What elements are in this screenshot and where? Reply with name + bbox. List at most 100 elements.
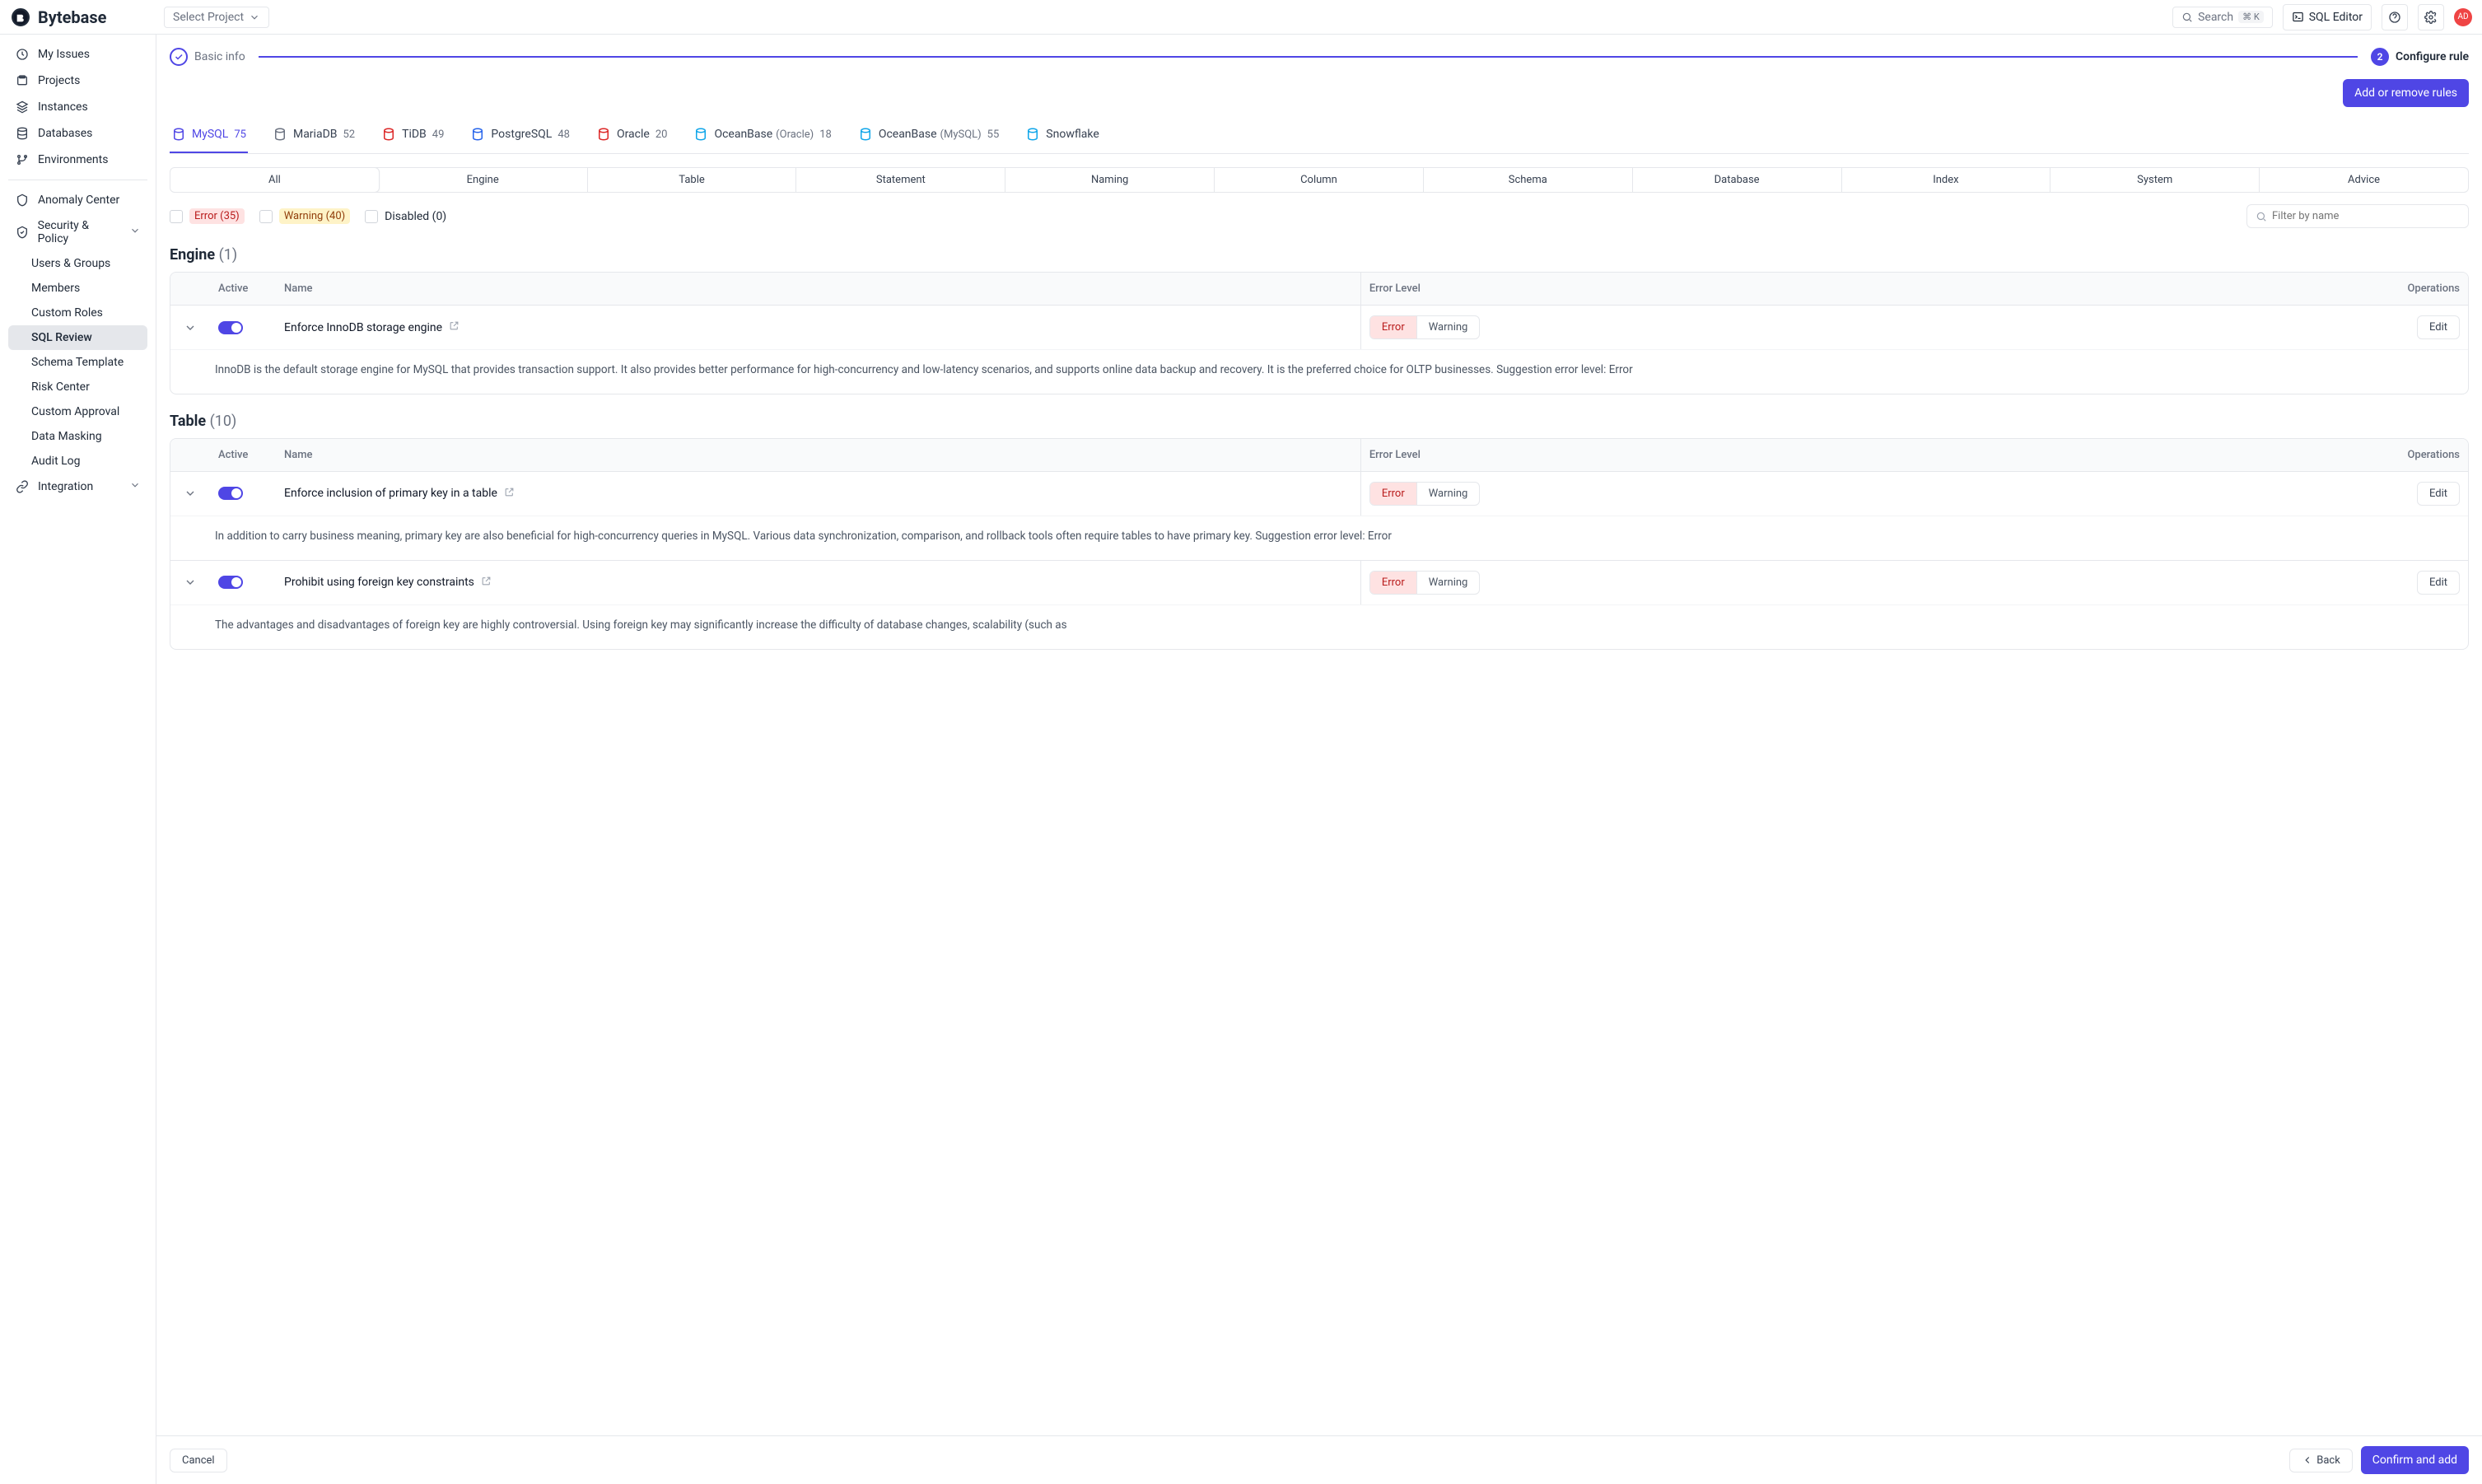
level-error[interactable]: Error xyxy=(1370,316,1417,338)
active-toggle[interactable] xyxy=(218,487,243,500)
edit-button[interactable]: Edit xyxy=(2417,571,2460,595)
sidebar-item-label: Audit Log xyxy=(31,455,81,468)
level-error[interactable]: Error xyxy=(1370,483,1417,505)
settings-button[interactable] xyxy=(2418,4,2444,30)
chevron-down-icon xyxy=(129,225,141,240)
db-tab-mysql[interactable]: MySQL75 xyxy=(170,119,248,153)
step-two-number: 2 xyxy=(2371,48,2389,66)
confirm-and-add-button[interactable]: Confirm and add xyxy=(2361,1446,2469,1474)
sidebar-item-label: Risk Center xyxy=(31,380,90,394)
db-tab-label: PostgreSQL xyxy=(491,128,552,141)
expand-toggle[interactable] xyxy=(170,311,210,344)
avatar[interactable]: AD xyxy=(2454,8,2472,26)
external-link-icon[interactable] xyxy=(449,320,460,334)
back-button[interactable]: Back xyxy=(2289,1449,2353,1472)
search-box[interactable]: Search ⌘ K xyxy=(2172,7,2273,28)
level-warning[interactable]: Warning xyxy=(1417,483,1480,505)
check-icon xyxy=(170,48,188,66)
cat-tab-schema[interactable]: Schema xyxy=(1424,168,1633,192)
cat-tab-column[interactable]: Column xyxy=(1215,168,1424,192)
db-tab-snowflake[interactable]: Snowflake xyxy=(1024,119,1101,153)
sidebar-item-environments[interactable]: Environments xyxy=(8,147,147,173)
sidebar-item-instances[interactable]: Instances xyxy=(8,94,147,120)
db-tab-postgresql[interactable]: PostgreSQL48 xyxy=(469,119,572,153)
cat-tab-table[interactable]: Table xyxy=(588,168,797,192)
sidebar-item-projects[interactable]: Projects xyxy=(8,68,147,94)
db-tab-mariadb[interactable]: MariaDB52 xyxy=(271,119,357,153)
database-icon xyxy=(15,126,30,141)
cat-tab-system[interactable]: System xyxy=(2050,168,2260,192)
step-basic-info: Basic info xyxy=(170,48,245,66)
rule-name: Enforce inclusion of primary key in a ta… xyxy=(276,477,1360,511)
error-level-segment[interactable]: ErrorWarning xyxy=(1369,482,1481,506)
shield-icon xyxy=(15,193,30,208)
level-warning[interactable]: Warning xyxy=(1417,316,1480,338)
database-icon xyxy=(858,127,873,142)
checkbox-icon xyxy=(170,210,183,223)
sidebar-item-custom-roles[interactable]: Custom Roles xyxy=(8,301,147,325)
active-toggle[interactable] xyxy=(218,576,243,589)
section-count: (10) xyxy=(210,413,237,430)
filter-warning-checkbox[interactable]: Warning (40) xyxy=(259,208,350,224)
cancel-button[interactable]: Cancel xyxy=(170,1449,227,1472)
header-error-level: Error Level xyxy=(1360,273,2336,305)
cat-tab-all[interactable]: All xyxy=(170,167,380,193)
sidebar-item-members[interactable]: Members xyxy=(8,276,147,301)
sql-editor-button[interactable]: SQL Editor xyxy=(2283,4,2372,30)
db-tab-label: TiDB xyxy=(402,128,427,141)
db-tab-count: 49 xyxy=(432,128,445,141)
external-link-icon[interactable] xyxy=(504,487,515,501)
expand-toggle[interactable] xyxy=(170,566,210,599)
sidebar-item-sql-review[interactable]: SQL Review xyxy=(8,325,147,350)
cat-tab-advice[interactable]: Advice xyxy=(2260,168,2468,192)
db-tab-tidb[interactable]: TiDB 49 xyxy=(380,119,446,153)
checkbox-icon xyxy=(259,210,273,223)
filter-error-checkbox[interactable]: Error (35) xyxy=(170,208,245,224)
error-level-segment[interactable]: ErrorWarning xyxy=(1369,571,1481,595)
cat-tab-statement[interactable]: Statement xyxy=(796,168,1005,192)
db-tab-label: OceanBase xyxy=(714,128,772,141)
filter-disabled-checkbox[interactable]: Disabled (0) xyxy=(365,210,446,223)
sidebar-item-anomaly-center[interactable]: Anomaly Center xyxy=(8,187,147,213)
cat-tab-index[interactable]: Index xyxy=(1842,168,2051,192)
active-toggle[interactable] xyxy=(218,321,243,334)
select-project[interactable]: Select Project xyxy=(164,7,269,28)
error-level-segment[interactable]: ErrorWarning xyxy=(1369,315,1481,339)
filter-by-name-input[interactable] xyxy=(2246,204,2469,228)
edit-button[interactable]: Edit xyxy=(2417,315,2460,339)
db-tab-oceanbase-oracle[interactable]: OceanBase(Oracle)18 xyxy=(692,119,833,153)
help-icon xyxy=(2388,11,2401,24)
filter-input-field[interactable] xyxy=(2272,210,2460,222)
rule-name: Prohibit using foreign key constraints xyxy=(276,566,1360,600)
sidebar-item-security-policy[interactable]: Security & Policy xyxy=(8,213,147,251)
level-error[interactable]: Error xyxy=(1370,572,1417,594)
cat-tab-engine[interactable]: Engine xyxy=(379,168,588,192)
sidebar-item-data-masking[interactable]: Data Masking xyxy=(8,424,147,449)
sidebar-item-databases[interactable]: Databases xyxy=(8,120,147,147)
edit-button[interactable]: Edit xyxy=(2417,482,2460,506)
cat-tab-database[interactable]: Database xyxy=(1633,168,1842,192)
section-title-table: Table (10) xyxy=(170,413,2469,430)
sidebar-item-custom-approval[interactable]: Custom Approval xyxy=(8,399,147,424)
sidebar-item-schema-template[interactable]: Schema Template xyxy=(8,350,147,375)
sidebar-item-my issues[interactable]: My Issues xyxy=(8,41,147,68)
db-tab-sublabel: (MySQL) xyxy=(940,128,982,141)
gear-icon xyxy=(2424,11,2438,24)
rules-table: ActiveNameError LevelOperations Enforce … xyxy=(170,438,2469,650)
help-button[interactable] xyxy=(2382,4,2408,30)
add-remove-rules-button[interactable]: Add or remove rules xyxy=(2343,79,2469,107)
sidebar-item-users-groups[interactable]: Users & Groups xyxy=(8,251,147,276)
level-warning[interactable]: Warning xyxy=(1417,572,1480,594)
sidebar-item-integration[interactable]: Integration xyxy=(8,474,147,500)
inbox-icon xyxy=(15,47,30,62)
cat-tab-naming[interactable]: Naming xyxy=(1005,168,1215,192)
db-tab-oceanbase-mysql[interactable]: OceanBase(MySQL)55 xyxy=(856,119,1001,153)
sidebar-item-label: Users & Groups xyxy=(31,257,110,270)
sidebar-item-risk-center[interactable]: Risk Center xyxy=(8,375,147,399)
expand-toggle[interactable] xyxy=(170,477,210,510)
rule-description: InnoDB is the default storage engine for… xyxy=(170,349,2468,394)
sidebar-item-audit-log[interactable]: Audit Log xyxy=(8,449,147,474)
external-link-icon[interactable] xyxy=(481,576,492,590)
db-tab-oracle[interactable]: Oracle20 xyxy=(595,119,669,153)
rule-name: Enforce InnoDB storage engine xyxy=(276,310,1360,344)
